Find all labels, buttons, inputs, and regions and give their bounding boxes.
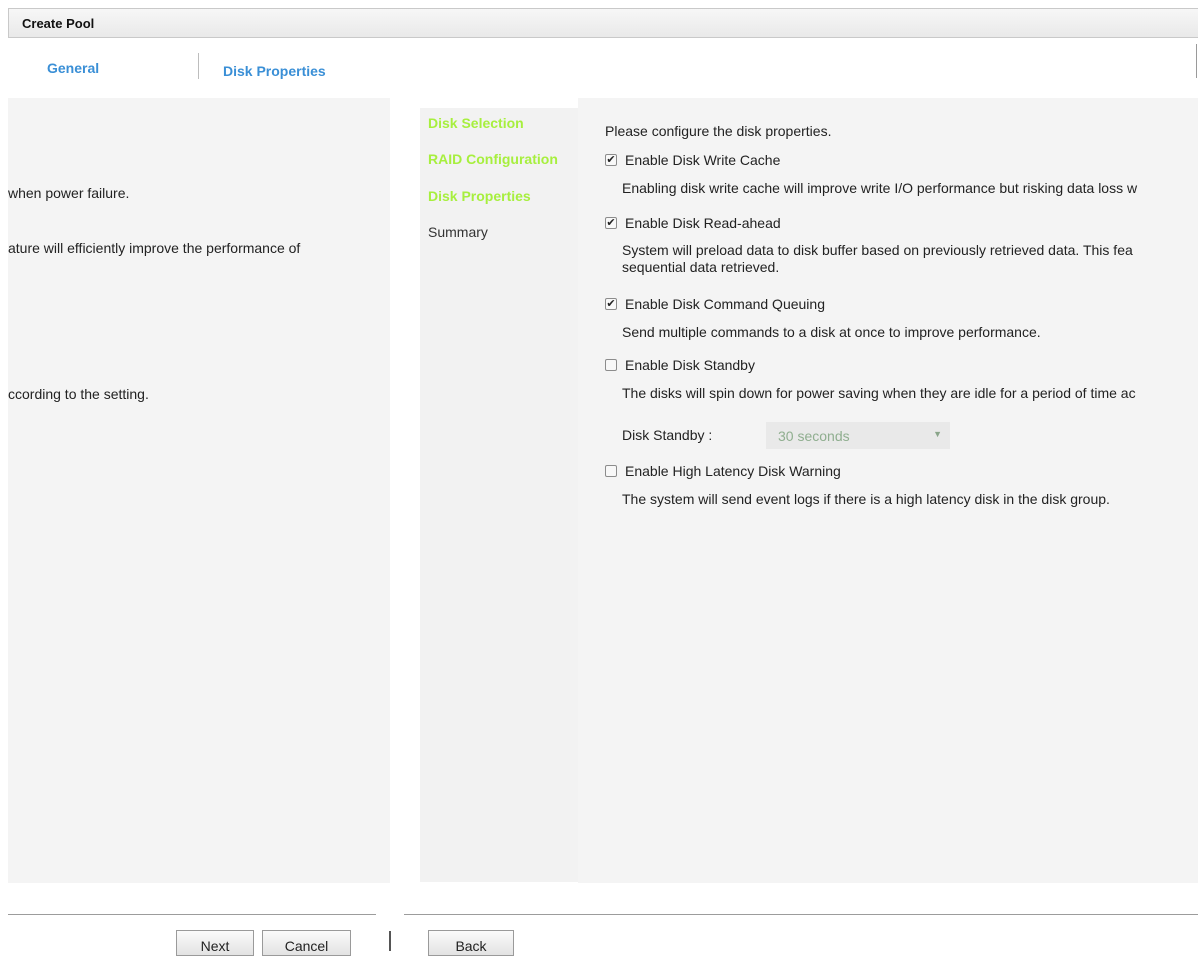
footer-separator [389,931,391,951]
tab-divider [198,53,199,79]
triangle-down-icon: ▼ [933,429,942,439]
check-icon: ✔ [606,216,616,229]
high-latency-checkbox[interactable] [605,465,617,477]
tab-disk-properties[interactable]: Disk Properties [223,63,326,79]
high-latency-description: The system will send event logs if there… [622,491,1110,507]
left-panel-text: ature will efficiently improve the perfo… [8,240,301,256]
cancel-button[interactable]: Cancel [262,930,351,956]
previous-page-panel [8,98,390,883]
read-ahead-description: System will preload data to disk buffer … [622,242,1133,258]
left-panel-text: when power failure. [8,185,130,201]
read-ahead-checkbox[interactable]: ✔ [605,217,617,229]
check-icon: ✔ [606,153,616,166]
disk-standby-description: The disks will spin down for power savin… [622,385,1136,401]
left-panel-text: ccording to the setting. [8,386,149,402]
disk-standby-select-label: Disk Standby : [622,427,713,443]
disk-standby-select-value: 30 seconds [778,428,850,444]
disk-standby-label[interactable]: Enable Disk Standby [625,357,755,373]
command-queuing-label[interactable]: Enable Disk Command Queuing [625,296,825,312]
write-cache-label[interactable]: Enable Disk Write Cache [625,152,780,168]
disk-standby-checkbox[interactable] [605,359,617,371]
footer-divider-right [404,914,1198,915]
step-summary: Summary [428,224,488,240]
dialog-title: Create Pool [22,16,95,31]
write-cache-description: Enabling disk write cache will improve w… [622,180,1138,196]
disk-standby-select[interactable]: 30 seconds ▼ [766,422,950,449]
step-disk-properties: Disk Properties [428,188,531,204]
write-cache-checkbox[interactable]: ✔ [605,154,617,166]
footer-divider-left [8,914,376,915]
back-button[interactable]: Back [428,930,514,956]
step-raid-configuration: RAID Configuration [428,151,558,167]
step-disk-selection: Disk Selection [428,115,524,131]
read-ahead-label[interactable]: Enable Disk Read-ahead [625,215,781,231]
form-intro: Please configure the disk properties. [605,123,832,139]
high-latency-label[interactable]: Enable High Latency Disk Warning [625,463,841,479]
tab-general[interactable]: General [47,60,99,76]
command-queuing-checkbox[interactable]: ✔ [605,298,617,310]
check-icon: ✔ [606,297,616,310]
next-button[interactable]: Next [176,930,254,956]
command-queuing-description: Send multiple commands to a disk at once… [622,324,1041,340]
dialog-title-bar: Create Pool [8,8,1198,38]
dialog-right-edge [1196,44,1197,78]
read-ahead-description: sequential data retrieved. [622,259,780,275]
